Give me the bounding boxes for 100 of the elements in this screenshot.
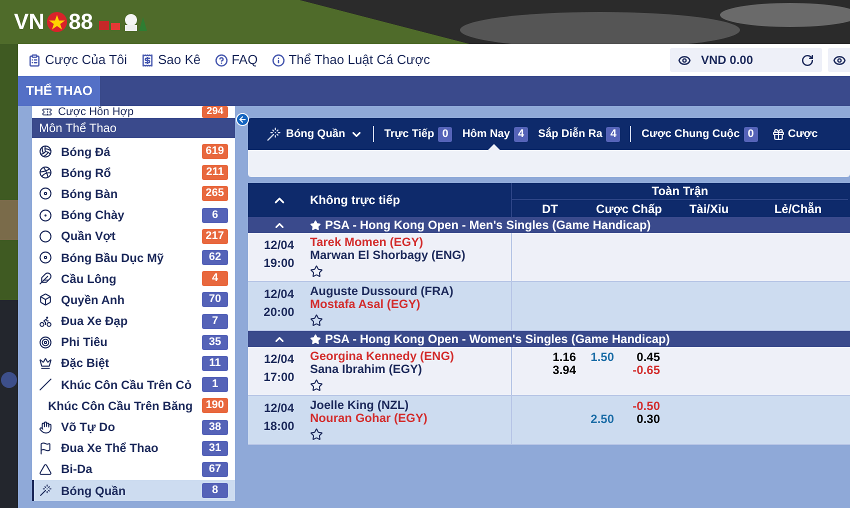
- odds-value[interactable]: 3.94: [552, 364, 576, 377]
- count-badge: 294: [202, 106, 228, 118]
- gift-decoration-drawing: [97, 11, 148, 33]
- sidebar-item[interactable]: Bóng Quần 8: [32, 480, 235, 502]
- league-header[interactable]: PSA - Hong Kong Open - Men's Singles (Game Handicap): [248, 217, 850, 233]
- nav-link[interactable]: Sao Kê: [141, 50, 201, 70]
- count-badge: 62: [202, 250, 228, 266]
- gift-icon: [772, 128, 785, 140]
- sidebar-item[interactable]: Võ Tự Do 38: [32, 416, 235, 438]
- balance-text: VND 0.00: [701, 52, 754, 69]
- column-header: DT: [542, 200, 558, 218]
- target-icon: [39, 336, 52, 349]
- tab[interactable]: Sắp Diễn Ra 4: [538, 118, 620, 150]
- count-badge: 211: [202, 165, 228, 180]
- column-header: Lẻ/Chẵn: [774, 200, 822, 218]
- tab[interactable]: Cược: [772, 126, 818, 142]
- refresh-icon[interactable]: [801, 54, 814, 66]
- sport-dropdown[interactable]: Bóng Quần: [266, 126, 364, 142]
- ticket-icon: [42, 107, 52, 117]
- count-badge: 8: [202, 483, 228, 498]
- count-badge: 6: [202, 208, 228, 223]
- count-badge: 0: [438, 126, 452, 142]
- league-title: PSA - Hong Kong Open - Women's Singles (Game Handicap): [325, 331, 670, 348]
- tab[interactable]: Trực Tiếp 0: [384, 118, 452, 150]
- sidebar-item[interactable]: Bóng Chày 6: [32, 204, 235, 226]
- sidebar-item[interactable]: Đua Xe Thể Thao 31: [32, 438, 235, 459]
- sidebar-item[interactable]: Cầu Lông 4: [32, 268, 235, 290]
- sidebar-item[interactable]: Bóng Bàn 265: [32, 183, 235, 205]
- arrow-left-icon: [238, 115, 247, 124]
- eye-icon[interactable]: [833, 54, 846, 66]
- match-date: 12/04: [264, 351, 294, 368]
- logo-star-icon: [46, 12, 67, 32]
- sidebar-item[interactable]: Bi-Da 67: [32, 458, 235, 480]
- collapse-button[interactable]: [236, 113, 249, 126]
- count-badge: 4: [606, 126, 620, 142]
- count-badge: 0: [744, 126, 758, 142]
- sidebar-item[interactable]: Quyền Anh 70: [32, 289, 235, 310]
- section-header: Môn Thể Thao: [32, 118, 235, 138]
- sidebar-item[interactable]: Bóng Đá 619: [32, 141, 235, 162]
- odds-value[interactable]: 1.16: [552, 351, 576, 364]
- sports-tab[interactable]: THỂ THAO: [18, 76, 100, 106]
- help-icon: [214, 54, 228, 66]
- count-badge: 217: [202, 228, 228, 244]
- count-badge: 11: [202, 356, 228, 371]
- sidebar-item[interactable]: Bóng Rổ 211: [32, 162, 235, 184]
- count-badge: 619: [202, 144, 228, 160]
- sidebar-item[interactable]: Đặc Biệt 11: [32, 352, 235, 374]
- league-header[interactable]: PSA - Hong Kong Open - Women's Singles (Game Handicap): [248, 331, 850, 347]
- match-date: 12/04: [264, 400, 294, 417]
- sidebar-item[interactable]: Đua Xe Đạp 7: [32, 310, 235, 332]
- count-badge: 4: [202, 271, 228, 286]
- crown-icon: [39, 356, 52, 370]
- nav-link[interactable]: Cược Của Tôi: [28, 50, 128, 70]
- count-badge: 265: [202, 186, 228, 202]
- match-time: 19:00: [264, 255, 294, 272]
- column-title: Không trực tiếp: [310, 192, 400, 209]
- sidebar-item[interactable]: Bóng Bầu Dục Mỹ 62: [32, 246, 235, 268]
- odds-value[interactable]: -0.65: [632, 364, 660, 377]
- team-name: Auguste Dussourd (FRA): [310, 285, 454, 298]
- count-badge: 31: [202, 440, 228, 456]
- handicap-line: 2.50: [590, 412, 614, 426]
- team-name: Georgina Kennedy (ENG): [310, 350, 456, 363]
- sidebar-item[interactable]: Quần Vợt 217: [32, 226, 235, 247]
- receipt-icon: [141, 54, 154, 66]
- match-time: 20:00: [264, 304, 294, 321]
- team-name: Sana Ibrahim (EGY): [310, 363, 422, 376]
- odds-value[interactable]: 0.30: [636, 413, 660, 426]
- star-icon[interactable]: [310, 379, 323, 392]
- league-title: PSA - Hong Kong Open - Men's Singles (Game Handicap): [325, 217, 651, 234]
- triangle-icon: [39, 462, 52, 476]
- star-icon: [310, 220, 321, 230]
- match-time: 17:00: [264, 369, 294, 386]
- sidebar-item[interactable]: Khúc Côn Cầu Trên Cỏ 1: [32, 374, 235, 396]
- count-badge: 4: [514, 126, 528, 142]
- tab[interactable]: Cược Chung Cuộc 0: [641, 126, 758, 142]
- sidebar-item[interactable]: Phi Tiêu 35: [32, 332, 235, 353]
- column-header: Cược Chấp: [596, 200, 662, 218]
- star-icon[interactable]: [310, 265, 323, 278]
- ball-icon: [39, 145, 52, 158]
- count-badge: 38: [202, 420, 228, 435]
- star-icon[interactable]: [310, 428, 323, 441]
- count-badge: 70: [202, 292, 228, 308]
- eye-icon[interactable]: [678, 54, 691, 66]
- odds-value[interactable]: -0.50: [632, 400, 660, 413]
- team-name: Mostafa Asal (EGY): [310, 298, 421, 311]
- count-badge: 67: [202, 462, 228, 477]
- count-badge: 7: [202, 314, 228, 329]
- count-badge: 190: [202, 398, 228, 414]
- nav-link[interactable]: Thể Thao Luật Cá Cược: [272, 50, 430, 70]
- match-date: 12/04: [264, 237, 294, 254]
- column-header: Tài/Xỉu: [689, 200, 729, 218]
- odds-value[interactable]: 0.45: [636, 351, 660, 364]
- count-badge: 1: [202, 377, 228, 392]
- star-icon[interactable]: [310, 314, 323, 327]
- match-time: 18:00: [264, 418, 294, 435]
- team-name: Joelle King (NZL): [310, 399, 410, 412]
- nav-link[interactable]: FAQ: [214, 50, 258, 70]
- star-icon: [310, 334, 321, 344]
- logo-text: VN: [14, 11, 45, 33]
- match-date: 12/04: [264, 286, 294, 303]
